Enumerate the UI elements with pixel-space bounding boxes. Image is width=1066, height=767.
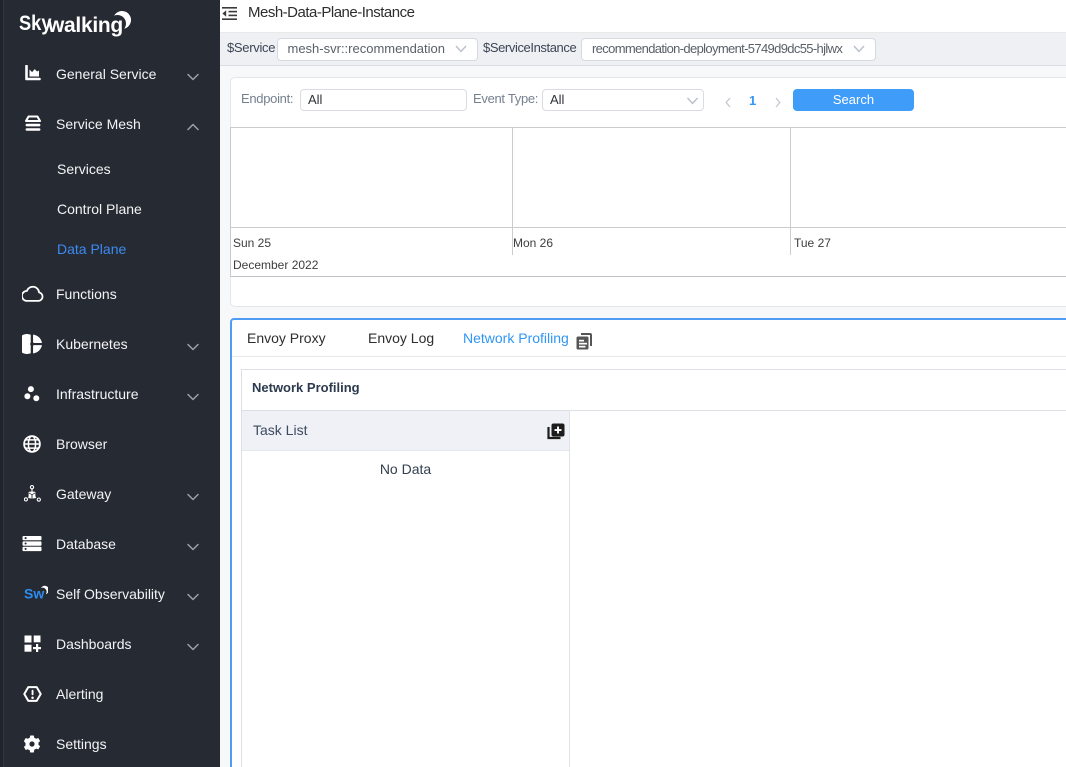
svg-text:Sw: Sw (24, 586, 44, 602)
